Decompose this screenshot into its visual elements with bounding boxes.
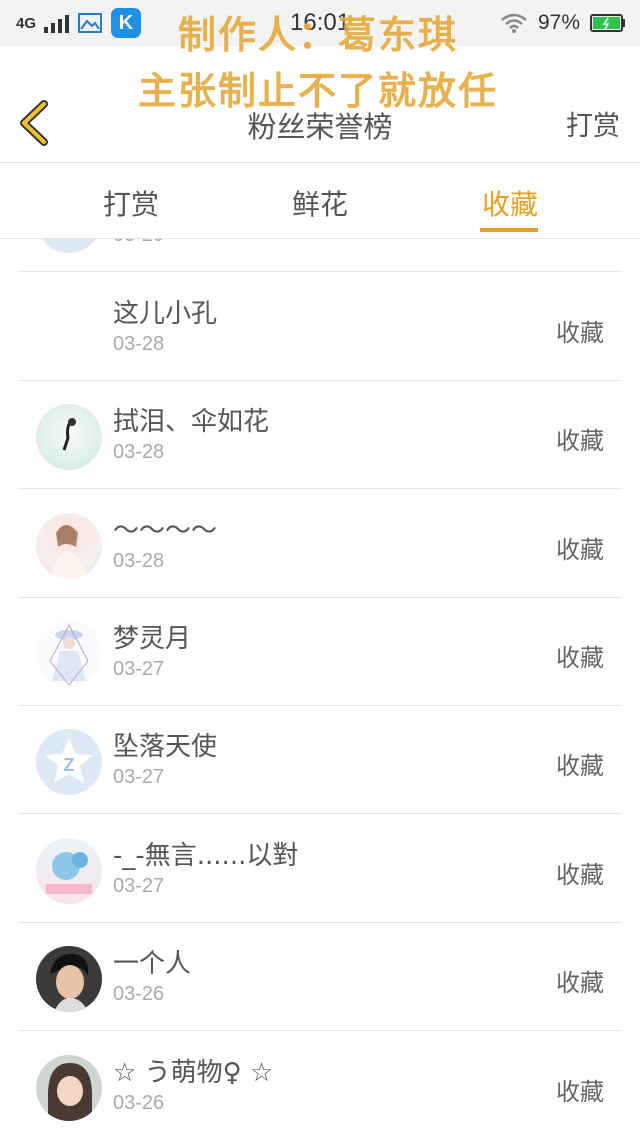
tab-flowers[interactable]: 鲜花 xyxy=(260,183,380,223)
fan-name: 一个人 xyxy=(113,949,192,979)
fan-name: 这儿小孔 xyxy=(113,299,218,329)
avatar xyxy=(36,838,102,904)
fan-name: ～～～～ xyxy=(113,516,218,546)
avatar xyxy=(36,239,102,253)
list-item[interactable]: ☆ う萌物♀ ☆ 03-26 收藏 xyxy=(0,1032,640,1138)
tab-reward[interactable]: 打赏 xyxy=(71,183,191,223)
status-left: 4G K xyxy=(16,8,142,38)
gallery-icon xyxy=(78,13,103,33)
list-item[interactable]: Z 坠落天使 03-27 收藏 xyxy=(0,706,640,814)
divider xyxy=(18,813,622,814)
divider xyxy=(18,271,622,272)
divider xyxy=(18,1030,622,1031)
fan-action-type: 收藏 xyxy=(556,1078,604,1106)
fan-date: 03-29 xyxy=(113,239,164,247)
tab-bar: 打赏 鲜花 收藏 xyxy=(0,163,640,239)
default-avatar-icon: Z xyxy=(36,729,102,795)
list-item[interactable]: 梦灵月 03-27 收藏 xyxy=(0,598,640,706)
network-type: 4G xyxy=(16,14,37,32)
list-item[interactable]: 拭泪、伞如花 03-28 收藏 xyxy=(0,381,640,489)
fan-action-type: 收藏 xyxy=(556,536,604,564)
list-item[interactable]: 03-29 xyxy=(0,239,640,272)
fan-action-type: 收藏 xyxy=(556,969,604,997)
fan-name: -_-無言......以對 xyxy=(113,841,299,871)
battery-percent: 97% xyxy=(537,11,580,34)
fan-action-type: 收藏 xyxy=(556,644,604,672)
clock: 16:01 xyxy=(290,9,351,36)
page-title: 粉丝荣誉榜 xyxy=(247,110,393,144)
fan-date: 03-28 xyxy=(113,550,165,572)
avatar xyxy=(36,946,102,1012)
wifi-icon xyxy=(501,13,527,33)
list-item[interactable]: 一个人 03-26 收藏 xyxy=(0,923,640,1031)
list-item[interactable]: -_-無言......以對 03-27 收藏 xyxy=(0,815,640,923)
status-right: 97% xyxy=(500,8,626,38)
battery-icon xyxy=(590,14,625,32)
fan-action-type: 收藏 xyxy=(556,427,604,455)
fan-date: 03-28 xyxy=(113,333,165,355)
tab-favorites[interactable]: 收藏 xyxy=(450,183,570,223)
svg-text:Z: Z xyxy=(64,755,75,775)
nav-header: 粉丝荣誉榜 打赏 xyxy=(0,46,640,163)
fan-action-type: 收藏 xyxy=(556,861,604,889)
divider xyxy=(18,488,622,489)
fan-action-type: 收藏 xyxy=(556,752,604,780)
fan-name: 拭泪、伞如花 xyxy=(113,407,270,437)
list-item[interactable]: 这儿小孔 03-28 收藏 xyxy=(0,273,640,381)
list-item[interactable]: ～～～～ 03-28 收藏 xyxy=(0,490,640,598)
reward-button[interactable]: 打赏 xyxy=(566,104,620,143)
fan-date: 03-26 xyxy=(113,1092,165,1114)
fan-name: 梦灵月 xyxy=(113,624,192,654)
avatar xyxy=(36,404,102,470)
kugou-app-icon: K xyxy=(111,8,142,38)
avatar xyxy=(36,513,102,579)
fan-date: 03-28 xyxy=(113,441,165,463)
fan-action-type: 收藏 xyxy=(556,319,604,347)
active-tab-indicator xyxy=(480,228,538,232)
fan-name: ☆ う萌物♀ ☆ xyxy=(113,1058,274,1088)
app-screen: 4G K 16:01 97% 制作人：葛东琪 主张制止不了就放任 粉丝荣誉榜 打… xyxy=(0,0,640,1138)
avatar xyxy=(36,621,102,687)
fan-name: 坠落天使 xyxy=(113,732,218,762)
fan-list: 03-29 这儿小孔 03-28 收藏 拭泪、伞如花 03-28 收藏 xyxy=(0,239,640,1138)
avatar xyxy=(36,1055,102,1121)
fan-date: 03-27 xyxy=(113,875,165,897)
fan-date: 03-27 xyxy=(113,766,165,788)
signal-icon xyxy=(44,13,70,33)
status-bar: 4G K 16:01 97% xyxy=(0,0,640,46)
fan-date: 03-27 xyxy=(113,658,165,680)
fan-date: 03-26 xyxy=(113,983,165,1005)
